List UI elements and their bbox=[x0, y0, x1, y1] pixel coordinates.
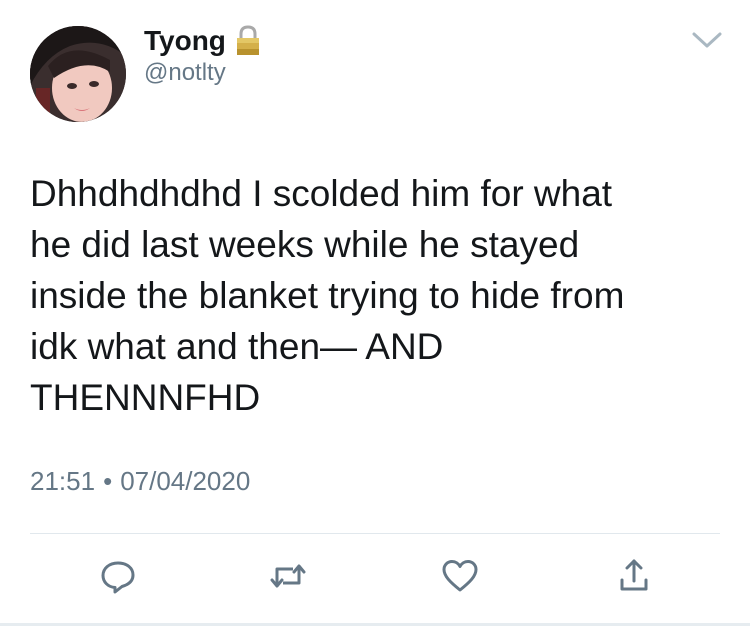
heart-icon bbox=[442, 560, 478, 592]
retweet-button[interactable] bbox=[268, 556, 308, 596]
tweet-time: 21:51 bbox=[30, 466, 96, 496]
avatar[interactable] bbox=[30, 26, 126, 122]
name-row: Tyong bbox=[144, 24, 262, 58]
display-name[interactable]: Tyong bbox=[144, 24, 226, 58]
tweet-date: 07/04/2020 bbox=[120, 466, 251, 496]
share-button[interactable] bbox=[614, 556, 654, 596]
user-info: Tyong @notlty bbox=[144, 24, 262, 88]
reply-button[interactable] bbox=[98, 556, 138, 596]
avatar-image bbox=[30, 26, 126, 122]
tweet-card: Tyong @notlty Dhhdhdhdhd I scolded him f… bbox=[0, 0, 750, 626]
like-button[interactable] bbox=[440, 556, 480, 596]
chevron-down-icon[interactable] bbox=[690, 26, 724, 52]
tweet-timestamp[interactable]: 21:51 • 07/04/2020 bbox=[30, 464, 250, 498]
retweet-icon bbox=[270, 564, 306, 588]
divider bbox=[30, 533, 720, 534]
meta-separator: • bbox=[103, 466, 113, 496]
tweet-text: Dhhdhdhdhd I scolded him for what he did… bbox=[30, 173, 625, 418]
user-handle[interactable]: @notlty bbox=[144, 58, 262, 88]
action-bar bbox=[0, 556, 750, 600]
share-icon bbox=[620, 559, 648, 591]
reply-icon bbox=[101, 561, 135, 594]
lock-icon bbox=[234, 25, 262, 57]
